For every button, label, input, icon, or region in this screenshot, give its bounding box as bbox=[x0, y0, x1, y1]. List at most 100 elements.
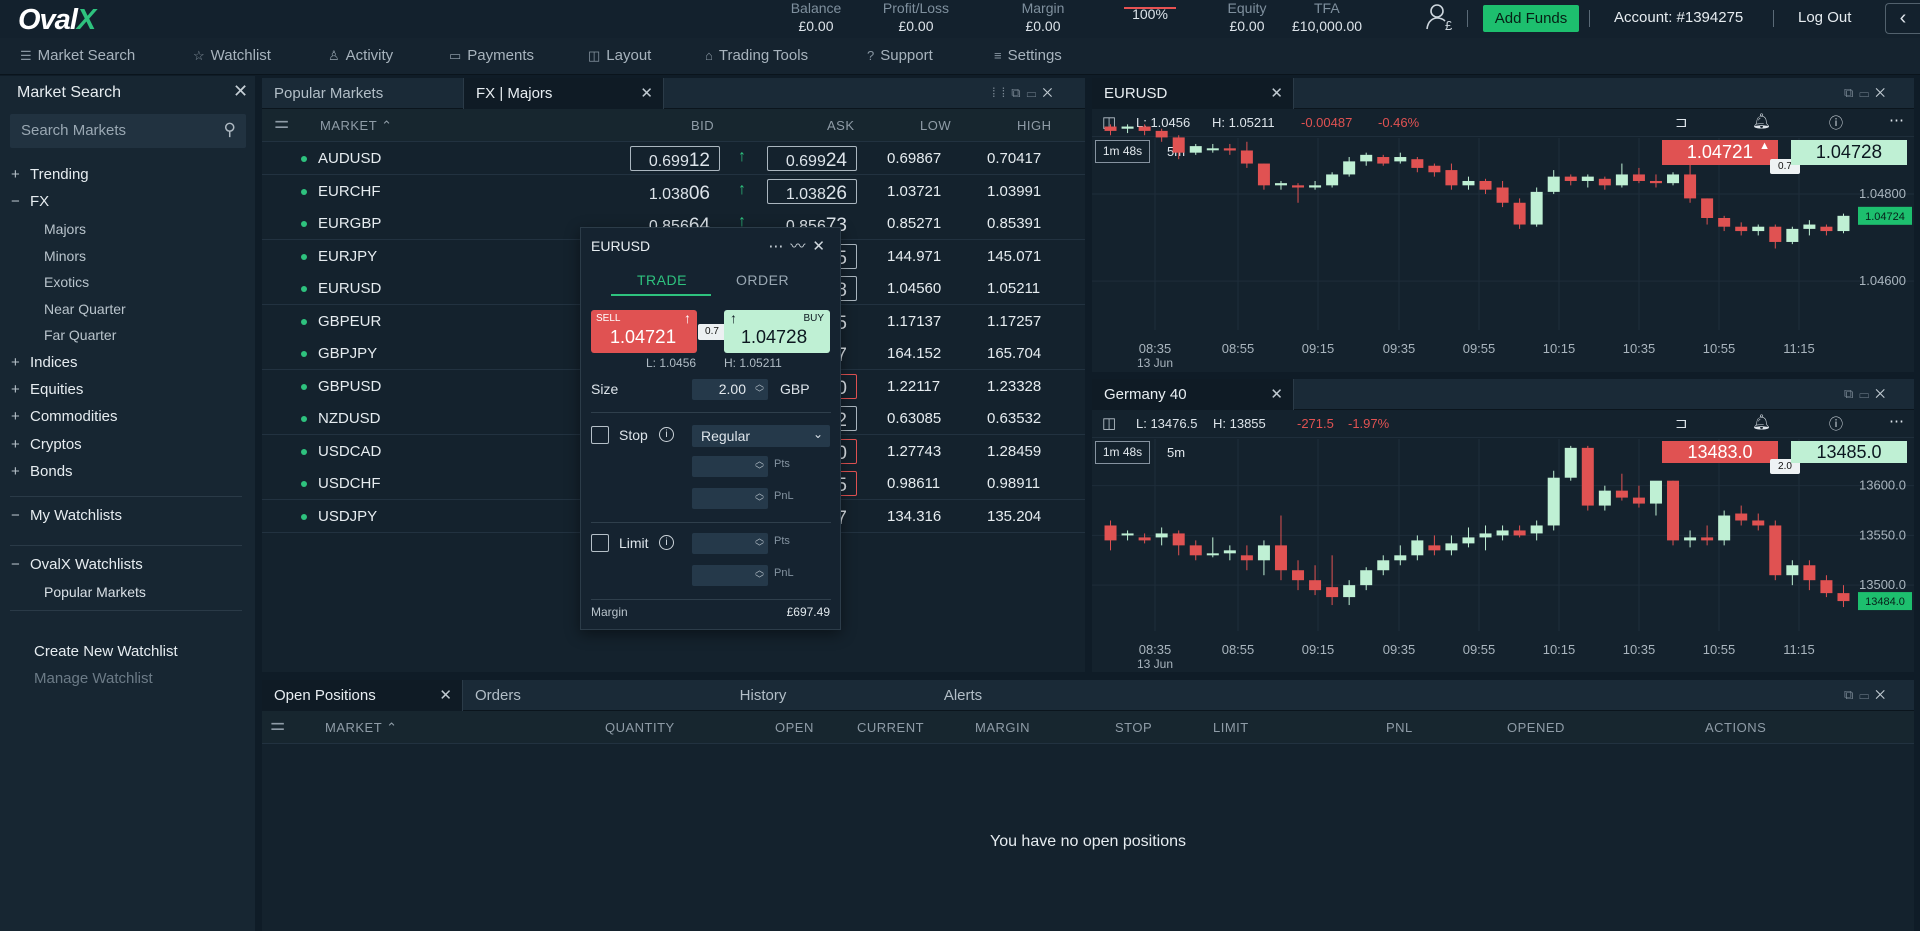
menu-activity[interactable]: ♙ Activity bbox=[328, 47, 393, 64]
col-low[interactable]: LOW bbox=[920, 118, 951, 133]
stop-points-input[interactable]: ︿ ﹀ bbox=[692, 456, 768, 477]
tab-history[interactable]: History bbox=[663, 680, 863, 711]
close-icon[interactable]: ✕ bbox=[233, 81, 248, 102]
germany40-candlestick-chart[interactable]: 13600.0 13550.0 13500.0 08:35 08:55 09:15 09:3… bbox=[1092, 379, 1914, 672]
watchlist-popular-markets[interactable]: Popular Markets bbox=[44, 584, 146, 600]
more-icon[interactable]: ⋯ bbox=[768, 238, 790, 255]
close-icon[interactable]: ✕ bbox=[812, 238, 832, 255]
user-pound-icon[interactable]: £ bbox=[1426, 2, 1456, 33]
market-name[interactable]: GBPUSD bbox=[318, 378, 381, 395]
tree-item-minors[interactable]: Minors bbox=[44, 248, 86, 264]
filter-icon[interactable]: ⚌ bbox=[270, 715, 286, 735]
limit-pnl-input[interactable]: ︿ ﹀ bbox=[692, 565, 768, 586]
tree-item-commodities[interactable]: + Commodities bbox=[11, 408, 118, 425]
stop-pnl-input[interactable]: ︿ ﹀ bbox=[692, 488, 768, 509]
tree-item-fx[interactable]: − FX bbox=[11, 193, 49, 210]
tree-item-equities[interactable]: + Equities bbox=[11, 381, 83, 398]
menu-support[interactable]: ? Support bbox=[867, 47, 933, 64]
menu-watchlist[interactable]: ☆ Watchlist bbox=[193, 47, 271, 64]
popout-icon[interactable]: ⧉ bbox=[1844, 687, 1859, 702]
close-icon[interactable]: ✕ bbox=[1875, 687, 1891, 702]
market-name[interactable]: EURJPY bbox=[318, 248, 377, 265]
col-open[interactable]: OPEN bbox=[775, 720, 814, 735]
manage-watchlist-link[interactable]: Manage Watchlist bbox=[34, 670, 153, 687]
maximize-icon[interactable]: ▭ bbox=[1027, 85, 1043, 100]
market-name[interactable]: USDCHF bbox=[318, 475, 381, 492]
filter-icon[interactable]: ⚌ bbox=[274, 113, 290, 133]
ask-price[interactable]: 0.69924 bbox=[767, 146, 857, 171]
col-current[interactable]: CURRENT bbox=[857, 720, 924, 735]
col-limit[interactable]: LIMIT bbox=[1213, 720, 1249, 735]
chart-buy-button[interactable]: 13485.0 bbox=[1791, 441, 1907, 463]
col-quantity[interactable]: QUANTITY bbox=[605, 720, 675, 735]
my-watchlists-toggle[interactable]: − My Watchlists bbox=[11, 507, 122, 524]
menu-payments[interactable]: ▭ Payments bbox=[449, 47, 534, 64]
stepper-icon[interactable]: ︿ ﹀ bbox=[755, 566, 764, 584]
chart-buy-button[interactable]: 1.04728 bbox=[1791, 140, 1907, 165]
menu-layout[interactable]: ◫ Layout bbox=[588, 47, 651, 64]
col-bid[interactable]: BID bbox=[691, 118, 714, 133]
col-high[interactable]: HIGH bbox=[1017, 118, 1052, 133]
col-pnl[interactable]: PNL bbox=[1386, 720, 1413, 735]
eurusd-candlestick-chart[interactable]: 1.04800 1.04600 08:35 08:55 09:15 09:35 09:55 1… bbox=[1092, 78, 1914, 372]
search-input[interactable]: Search Markets ⚲ bbox=[10, 114, 246, 148]
chart-sell-button[interactable]: 1.04721 ▲ bbox=[1662, 140, 1778, 165]
stepper-icon[interactable]: ︿ ﹀ bbox=[755, 489, 764, 507]
stepper-icon[interactable]: ︿ ﹀ bbox=[755, 534, 764, 552]
col-stop[interactable]: STOP bbox=[1115, 720, 1152, 735]
col-market[interactable]: MARKET ⌃ bbox=[325, 720, 397, 736]
col-ask[interactable]: ASK bbox=[827, 118, 855, 133]
maximize-icon[interactable]: ▭ bbox=[1859, 687, 1875, 702]
logout-button[interactable]: Log Out bbox=[1798, 9, 1851, 26]
close-icon[interactable]: ✕ bbox=[640, 84, 653, 102]
chart-sell-button[interactable]: 13483.0 bbox=[1662, 441, 1778, 463]
tab-popular-markets[interactable]: Popular Markets bbox=[262, 78, 463, 109]
popout-icon[interactable]: ⧉ bbox=[1011, 85, 1026, 100]
market-name[interactable]: EURUSD bbox=[318, 280, 381, 297]
tree-item-trending[interactable]: + Trending bbox=[11, 166, 89, 183]
ask-price[interactable]: 1.03826 bbox=[767, 178, 857, 204]
col-margin[interactable]: MARGIN bbox=[975, 720, 1030, 735]
ovalx-logo[interactable]: OvalX bbox=[18, 4, 96, 37]
tab-order[interactable]: ORDER bbox=[736, 272, 789, 288]
stop-type-select[interactable]: Regular ⌄ bbox=[692, 425, 830, 447]
market-name[interactable]: EURCHF bbox=[318, 183, 381, 200]
tree-item-far-quarter[interactable]: Far Quarter bbox=[44, 327, 116, 343]
chevron-left-icon[interactable]: ‹ bbox=[1885, 3, 1920, 34]
create-watchlist-link[interactable]: Create New Watchlist bbox=[34, 643, 178, 660]
menu-market-search[interactable]: ☰ Market Search bbox=[20, 47, 135, 64]
chart-icon[interactable]: 〰 bbox=[790, 238, 812, 255]
market-name[interactable]: AUDUSD bbox=[318, 150, 381, 167]
close-icon[interactable]: ✕ bbox=[439, 686, 452, 704]
bid-price[interactable]: 0.69912 bbox=[630, 146, 720, 171]
market-name[interactable]: USDJPY bbox=[318, 508, 377, 525]
stepper-icon[interactable]: ︿ ﹀ bbox=[755, 380, 764, 398]
col-opened[interactable]: OPENED bbox=[1507, 720, 1565, 735]
ovalx-watchlists-toggle[interactable]: − OvalX Watchlists bbox=[11, 556, 143, 573]
limit-checkbox[interactable] bbox=[591, 534, 609, 552]
limit-points-input[interactable]: ︿ ﹀ bbox=[692, 533, 768, 554]
tree-item-exotics[interactable]: Exotics bbox=[44, 274, 89, 290]
add-funds-button[interactable]: Add Funds bbox=[1483, 5, 1579, 32]
market-name[interactable]: GBPJPY bbox=[318, 345, 377, 362]
close-icon[interactable]: ✕ bbox=[1042, 85, 1058, 100]
stepper-icon[interactable]: ︿ ﹀ bbox=[755, 457, 764, 475]
grid-icon[interactable]: ⁞⁞ bbox=[992, 85, 1011, 100]
tab-orders[interactable]: Orders bbox=[463, 680, 663, 711]
menu-settings[interactable]: ≡ Settings bbox=[994, 47, 1062, 64]
market-name[interactable]: NZDUSD bbox=[318, 410, 381, 427]
table-row[interactable]: EURCHF 1.03806 ↑ 1.03826 1.03721 1.03991 bbox=[262, 174, 1085, 208]
info-icon[interactable]: i bbox=[659, 427, 674, 442]
size-input[interactable]: 2.00 ︿ ﹀ bbox=[692, 379, 768, 400]
tab-alerts[interactable]: Alerts bbox=[863, 680, 1063, 711]
stop-checkbox[interactable] bbox=[591, 426, 609, 444]
tree-item-cryptos[interactable]: + Cryptos bbox=[11, 436, 82, 453]
sell-button[interactable]: SELL ↑ 1.04721 bbox=[591, 310, 697, 353]
bid-price[interactable]: 1.03806 bbox=[630, 179, 720, 204]
tab-trade[interactable]: TRADE bbox=[637, 272, 687, 288]
tab-fx-majors[interactable]: FX | Majors ✕ bbox=[463, 78, 664, 109]
info-icon[interactable]: i bbox=[659, 535, 674, 550]
buy-button[interactable]: ↑ BUY 1.04728 bbox=[724, 310, 830, 353]
tree-item-near-quarter[interactable]: Near Quarter bbox=[44, 301, 126, 317]
col-market[interactable]: MARKET ⌃ bbox=[320, 118, 392, 134]
